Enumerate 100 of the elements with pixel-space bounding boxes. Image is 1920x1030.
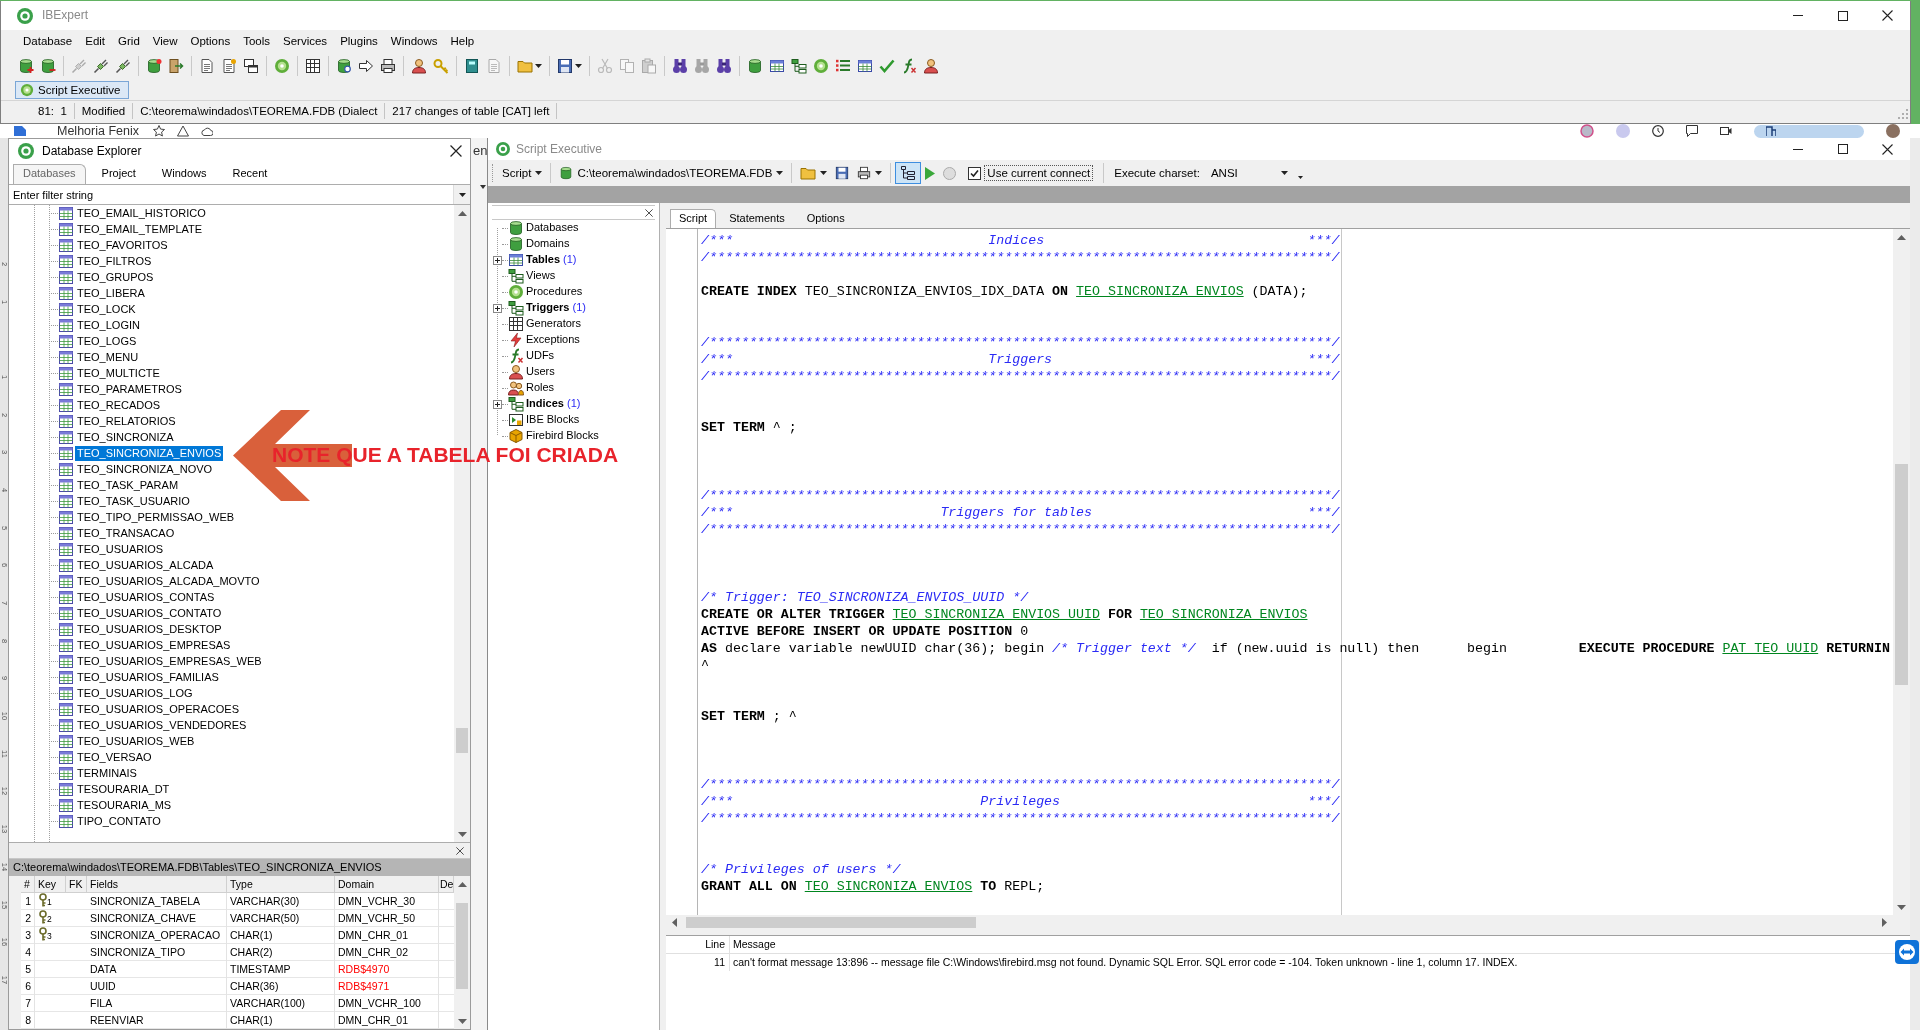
tree-item[interactable]: TEO_MENU	[75, 349, 141, 365]
expand-icon[interactable]	[493, 399, 502, 409]
scroll-thumb[interactable]	[456, 903, 468, 989]
tree-item[interactable]: Firebird Blocks	[526, 429, 599, 443]
comment-icon[interactable]	[1686, 125, 1698, 137]
tree-item[interactable]: TEO_USUARIOS_CONTAS	[75, 589, 217, 605]
column-header[interactable]: Domain	[335, 876, 439, 893]
tree-item[interactable]: UDFs	[526, 349, 555, 363]
tree-item[interactable]: TEO_SINCRONIZA_ENVIOS	[75, 445, 224, 461]
tree-item[interactable]: Users	[526, 365, 555, 379]
tree-item[interactable]: Domains	[526, 237, 570, 251]
column-header[interactable]: De	[439, 876, 454, 893]
tree-item[interactable]: TEO_TIPO_PERMISSAO_WEB	[75, 509, 237, 525]
tree-item[interactable]: TEO_LOCK	[75, 301, 138, 317]
script-menu-button[interactable]: Script	[498, 162, 547, 184]
menu-item[interactable]: Services	[277, 32, 334, 50]
checkbox[interactable]	[968, 166, 982, 180]
menu-item[interactable]: Tools	[237, 32, 276, 50]
window-button[interactable]: Script Executive	[15, 81, 130, 99]
menu-item[interactable]: Options	[184, 32, 237, 50]
tab[interactable]: Project	[91, 164, 146, 184]
scroll-thumb[interactable]	[1895, 464, 1908, 685]
menu-item[interactable]: Grid	[112, 32, 146, 50]
tab[interactable]: Statements	[720, 209, 794, 228]
table-link[interactable]: PAT_TEO_UUID	[1722, 641, 1819, 656]
vertical-scrollbar[interactable]	[454, 876, 470, 1029]
tree-item[interactable]: TEO_USUARIOS_VENDEDORES	[75, 717, 249, 733]
dropdown-button[interactable]	[453, 185, 470, 204]
tree-item[interactable]: Procedures	[526, 285, 583, 299]
tree-item[interactable]: TEO_SINCRONIZA	[75, 429, 176, 445]
tree-item[interactable]: TEO_RECADOS	[75, 397, 163, 413]
tree-item[interactable]: TEO_USUARIOS_DESKTOP	[75, 621, 224, 637]
column-header[interactable]: #	[21, 876, 35, 893]
pill-control[interactable]	[1754, 124, 1864, 138]
tree-item[interactable]: TESOURARIA_MS	[75, 797, 174, 813]
column-header[interactable]: Message	[730, 936, 776, 953]
tree-item[interactable]: TEO_USUARIOS_LOG	[75, 685, 195, 701]
tree-item[interactable]: TESOURARIA_DT	[75, 781, 172, 797]
tree-item[interactable]: TEO_USUARIOS	[75, 541, 166, 557]
chevron-icon[interactable]	[1297, 175, 1303, 179]
tree-item[interactable]: TEO_GRUPOS	[75, 269, 156, 285]
scroll-thumb[interactable]	[686, 917, 976, 928]
close-button[interactable]	[643, 206, 655, 219]
tree-item[interactable]: Tables (1)	[526, 253, 577, 267]
tree-item[interactable]: TEO_FILTROS	[75, 253, 154, 269]
tree-item[interactable]: Roles	[526, 381, 555, 395]
menu-item[interactable]: Help	[444, 32, 481, 50]
checkbox-label[interactable]: Use current connect	[984, 165, 1094, 181]
tree-item[interactable]: TEO_USUARIOS_ALCADA_MOVTO	[75, 573, 262, 589]
tree-item[interactable]: Indices (1)	[526, 397, 581, 411]
tree-item[interactable]: TEO_USUARIOS_WEB	[75, 733, 197, 749]
table-link[interactable]: TEO_SINCRONIZA_ENVIOS	[1076, 284, 1244, 299]
tab[interactable]: Script	[670, 209, 717, 228]
scroll-thumb[interactable]	[456, 728, 468, 753]
menu-item[interactable]: Windows	[384, 32, 444, 50]
menu-item[interactable]: Database	[17, 32, 79, 50]
column-header[interactable]: Key	[35, 876, 66, 893]
tree-item[interactable]: TEO_EMAIL_TEMPLATE	[75, 221, 205, 237]
tab[interactable]: Databases	[13, 164, 86, 184]
cloud-icon[interactable]	[201, 125, 213, 137]
column-header[interactable]: Fields	[87, 876, 227, 893]
tree-item[interactable]: TERMINAIS	[75, 765, 139, 781]
tree-item[interactable]: TEO_SINCRONIZA_NOVO	[75, 461, 215, 477]
tree-item[interactable]: Exceptions	[526, 333, 580, 347]
close-button[interactable]	[454, 844, 466, 857]
toggle-button[interactable]	[895, 162, 922, 184]
tree-item[interactable]: TEO_LOGS	[75, 333, 139, 349]
table-link[interactable]: TEO_SINCRONIZA_ENVIOS	[1139, 607, 1308, 622]
tab[interactable]: Options	[797, 209, 854, 228]
tree-item[interactable]: TEO_RELATORIOS	[75, 413, 178, 429]
tree-item[interactable]: TEO_PARAMETROS	[75, 381, 184, 397]
tree-item[interactable]: TEO_USUARIOS_FAMILIAS	[75, 669, 221, 685]
avatar-icon[interactable]	[1580, 124, 1594, 138]
close-button[interactable]	[448, 143, 464, 159]
database-dropdown[interactable]: C:\teorema\windados\TEOREMA.FDB	[555, 162, 788, 184]
tree-item[interactable]: Triggers (1)	[526, 301, 586, 315]
star-icon[interactable]	[153, 125, 165, 137]
table-link[interactable]: TEO_SINCRONIZA_ENVIOS	[804, 879, 973, 894]
column-header[interactable]: Line	[666, 936, 730, 953]
size-grip-icon[interactable]	[1898, 109, 1908, 119]
menu-item[interactable]: Edit	[79, 32, 112, 50]
tab[interactable]: Windows	[151, 164, 217, 184]
camera-icon[interactable]	[1720, 125, 1732, 137]
vertical-scrollbar[interactable]	[1893, 229, 1910, 915]
tree-item[interactable]: TEO_USUARIOS_EMPRESAS	[75, 637, 233, 653]
tree-item[interactable]: TEO_USUARIOS_ALCADA	[75, 557, 216, 573]
tree-item[interactable]: TEO_TASK_USUARIO	[75, 493, 192, 509]
tree-item[interactable]: Generators	[526, 317, 582, 331]
triangle-icon[interactable]	[177, 125, 189, 137]
column-header[interactable]: FK	[66, 876, 87, 893]
tree-item[interactable]: Databases	[526, 221, 579, 235]
tree-item[interactable]: TEO_USUARIOS_EMPRESAS_WEB	[75, 653, 264, 669]
table-link[interactable]: TEO_SINCRONIZA_ENVIOS_UUID	[892, 607, 1100, 622]
menu-item[interactable]: Plugins	[334, 32, 384, 50]
tree-item[interactable]: TEO_TASK_PARAM	[75, 477, 181, 493]
tree-item[interactable]: TEO_TRANSACAO	[75, 525, 177, 541]
tree-item[interactable]: TEO_LOGIN	[75, 317, 142, 333]
tree-item[interactable]: TEO_USUARIOS_OPERACOES	[75, 701, 241, 717]
column-header[interactable]: Type	[227, 876, 335, 893]
tree-item[interactable]: TEO_EMAIL_HISTORICO	[75, 205, 208, 221]
